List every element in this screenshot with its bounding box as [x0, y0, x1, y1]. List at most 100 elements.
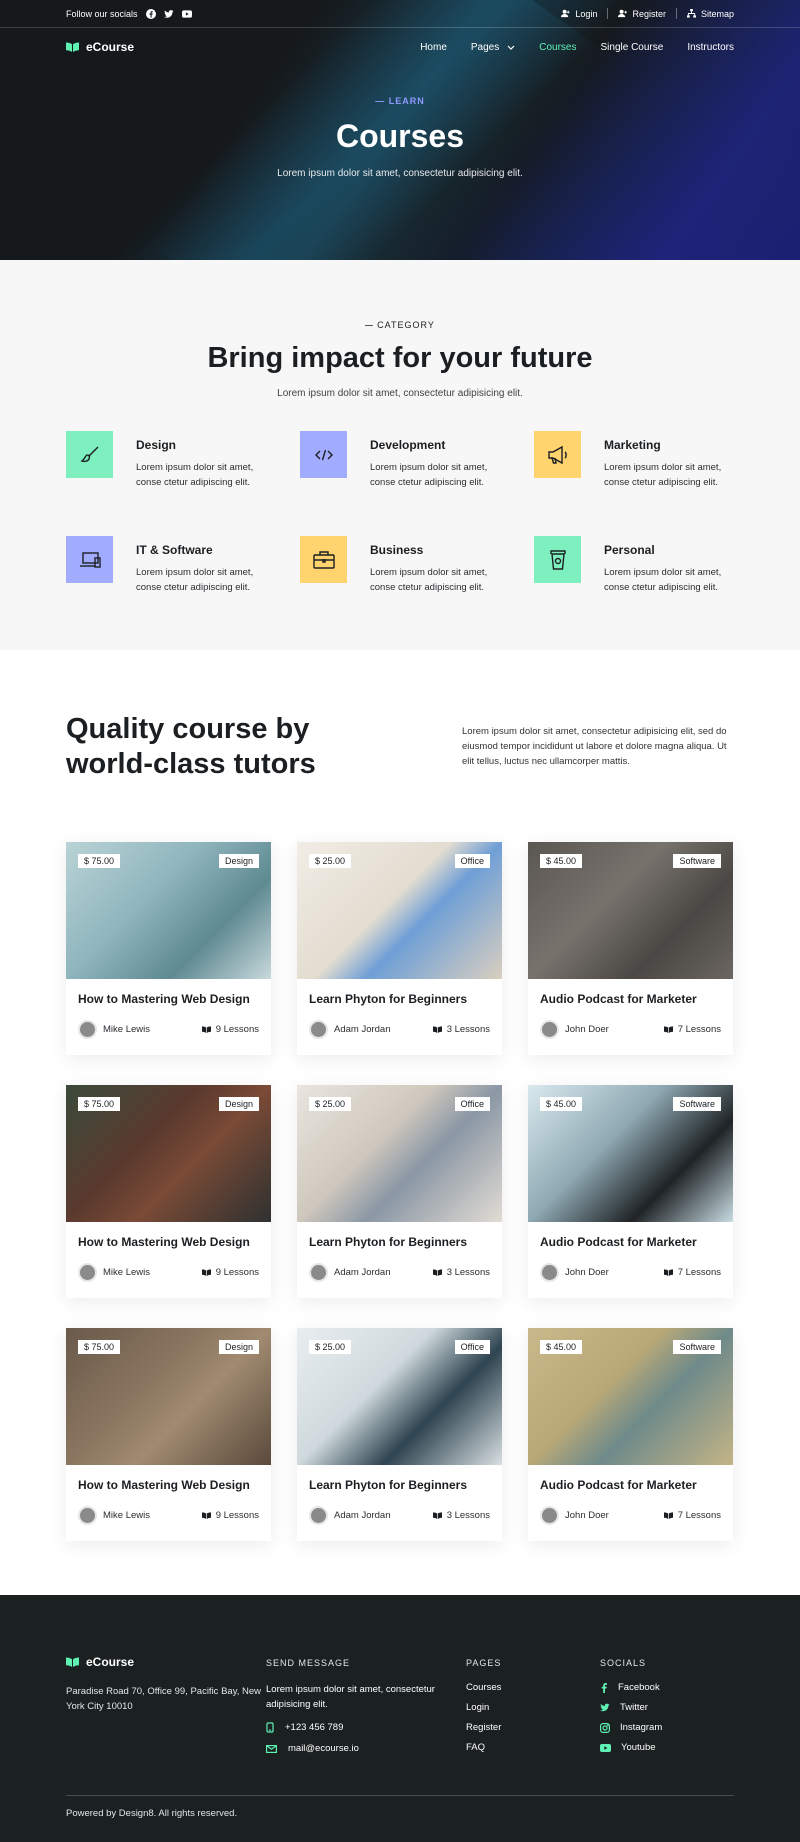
footer-heading: SOCIALS: [600, 1658, 647, 1668]
category-item-business[interactable]: Business Lorem ipsum dolor sit amet, cons…: [300, 536, 534, 595]
footer-social-facebook[interactable]: Facebook: [600, 1682, 662, 1693]
course-title[interactable]: Audio Podcast for Marketer: [540, 992, 721, 1006]
course-card[interactable]: $ 45.00 Software Audio Podcast for Marke…: [528, 1328, 733, 1541]
course-tag-software[interactable]: Software: [673, 1340, 721, 1354]
course-author[interactable]: Mike Lewis: [78, 1263, 150, 1282]
course-card[interactable]: $ 25.00 Office Learn Phyton for Beginner…: [297, 842, 502, 1055]
course-title[interactable]: How to Mastering Web Design: [78, 1235, 259, 1249]
login-link[interactable]: Login: [561, 9, 597, 19]
course-title[interactable]: How to Mastering Web Design: [78, 992, 259, 1006]
course-thumbnail[interactable]: $ 45.00 Software: [528, 1085, 733, 1222]
course-thumbnail[interactable]: $ 45.00 Software: [528, 842, 733, 979]
category-item-development[interactable]: Development Lorem ipsum dolor sit amet, c…: [300, 431, 534, 490]
footer-link-register[interactable]: Register: [466, 1722, 600, 1733]
course-title[interactable]: Audio Podcast for Marketer: [540, 1235, 721, 1249]
course-price: $ 75.00: [78, 1340, 121, 1354]
hero-section: Follow our socials Login Register Sitema…: [0, 0, 800, 260]
nav-item-single-course[interactable]: Single Course: [601, 42, 664, 53]
avatar: [78, 1020, 97, 1039]
lessons-count: 7 Lessons: [677, 1024, 721, 1035]
course-author[interactable]: Adam Jordan: [309, 1263, 391, 1282]
footer-columns: eCourse Paradise Road 70, Office 99, Pac…: [66, 1655, 734, 1762]
category-desc: Lorem ipsum dolor sit amet, conse ctetur …: [136, 462, 254, 488]
register-link[interactable]: Register: [618, 9, 666, 19]
course-tag-design[interactable]: Design: [218, 1340, 259, 1354]
footer-message-column: SEND MESSAGE Lorem ipsum dolor sit amet,…: [266, 1658, 466, 1762]
footer-social-youtube[interactable]: Youtube: [600, 1742, 662, 1753]
course-tag-design[interactable]: Design: [218, 854, 259, 868]
category-eyebrow-label: CATEGORY: [377, 320, 435, 330]
course-tag-office[interactable]: Office: [454, 1097, 490, 1111]
course-card[interactable]: $ 25.00 Office Learn Phyton for Beginner…: [297, 1085, 502, 1298]
course-title[interactable]: Audio Podcast for Marketer: [540, 1478, 721, 1492]
login-label: Login: [575, 8, 598, 19]
youtube-icon[interactable]: [181, 9, 192, 19]
footer-social-instagram[interactable]: Instagram: [600, 1722, 662, 1733]
course-card[interactable]: $ 75.00 Design How to Mastering Web Desi…: [66, 842, 271, 1055]
course-card-body: Audio Podcast for Marketer John Doer 7 L…: [528, 979, 733, 1039]
footer-pages-list: Courses Login Register FAQ: [466, 1682, 600, 1753]
course-tag-software[interactable]: Software: [673, 1097, 721, 1111]
course-title[interactable]: Learn Phyton for Beginners: [309, 1478, 490, 1492]
category-item-personal[interactable]: Personal Lorem ipsum dolor sit amet, cons…: [534, 536, 768, 595]
course-thumbnail[interactable]: $ 75.00 Design: [66, 1085, 271, 1222]
course-title[interactable]: How to Mastering Web Design: [78, 1478, 259, 1492]
course-author[interactable]: John Doer: [540, 1263, 609, 1282]
course-title[interactable]: Learn Phyton for Beginners: [309, 992, 490, 1006]
nav-item-instructors[interactable]: Instructors: [687, 42, 734, 53]
category-item-it-software[interactable]: IT & Software Lorem ipsum dolor sit amet…: [66, 536, 300, 595]
course-author[interactable]: Adam Jordan: [309, 1506, 391, 1525]
course-card[interactable]: $ 45.00 Software Audio Podcast for Marke…: [528, 842, 733, 1055]
footer-link-faq[interactable]: FAQ: [466, 1742, 600, 1753]
footer-brand-name: eCourse: [86, 1655, 135, 1669]
nav-item-home[interactable]: Home: [420, 42, 447, 53]
course-thumbnail[interactable]: $ 45.00 Software: [528, 1328, 733, 1465]
course-meta: John Doer 7 Lessons: [540, 1263, 721, 1282]
course-thumbnail[interactable]: $ 25.00 Office: [297, 1085, 502, 1222]
course-tag-office[interactable]: Office: [454, 854, 490, 868]
course-author[interactable]: John Doer: [540, 1020, 609, 1039]
twitter-icon[interactable]: [163, 9, 174, 19]
category-grid: Design Lorem ipsum dolor sit amet, conse …: [66, 431, 734, 595]
category-item-design[interactable]: Design Lorem ipsum dolor sit amet, conse …: [66, 431, 300, 490]
course-title[interactable]: Learn Phyton for Beginners: [309, 1235, 490, 1249]
author-name: Mike Lewis: [103, 1024, 150, 1035]
course-thumbnail[interactable]: $ 75.00 Design: [66, 842, 271, 979]
category-desc: Lorem ipsum dolor sit amet, conse ctetur …: [604, 462, 722, 488]
course-thumbnail[interactable]: $ 75.00 Design: [66, 1328, 271, 1465]
course-tag-design[interactable]: Design: [218, 1097, 259, 1111]
course-card[interactable]: $ 75.00 Design How to Mastering Web Desi…: [66, 1085, 271, 1298]
sitemap-link[interactable]: Sitemap: [686, 9, 734, 19]
footer-phone[interactable]: +123 456 789: [266, 1722, 466, 1733]
footer-social-twitter[interactable]: Twitter: [600, 1702, 662, 1713]
footer-email[interactable]: mail@ecourse.io: [266, 1743, 466, 1754]
course-card[interactable]: $ 45.00 Software Audio Podcast for Marke…: [528, 1085, 733, 1298]
course-meta: Mike Lewis 9 Lessons: [78, 1506, 259, 1525]
course-card[interactable]: $ 75.00 Design How to Mastering Web Desi…: [66, 1328, 271, 1541]
category-name: Personal: [604, 543, 655, 557]
nav-item-courses[interactable]: Courses: [539, 42, 576, 53]
nav-item-pages[interactable]: Pages: [471, 42, 515, 53]
course-card[interactable]: $ 25.00 Office Learn Phyton for Beginner…: [297, 1328, 502, 1541]
course-author[interactable]: Mike Lewis: [78, 1020, 150, 1039]
course-tag-software[interactable]: Software: [673, 854, 721, 868]
sitemap-icon: [686, 9, 696, 18]
category-item-marketing[interactable]: Marketing Lorem ipsum dolor sit amet, con…: [534, 431, 768, 490]
category-desc: Lorem ipsum dolor sit amet, conse ctetur …: [604, 567, 722, 593]
footer-link-courses[interactable]: Courses: [466, 1682, 600, 1693]
course-author[interactable]: Adam Jordan: [309, 1020, 391, 1039]
course-thumbnail[interactable]: $ 25.00 Office: [297, 842, 502, 979]
book-open-icon: [201, 1269, 211, 1276]
twitter-icon: [600, 1703, 610, 1712]
course-tag-office[interactable]: Office: [454, 1340, 490, 1354]
course-author[interactable]: John Doer: [540, 1506, 609, 1525]
brand-logo[interactable]: eCourse: [66, 40, 134, 54]
course-author[interactable]: Mike Lewis: [78, 1506, 150, 1525]
facebook-icon[interactable]: [145, 8, 156, 19]
footer-brand-logo[interactable]: eCourse: [66, 1655, 266, 1669]
footer-link-login[interactable]: Login: [466, 1702, 600, 1713]
footer: eCourse Paradise Road 70, Office 99, Pac…: [0, 1595, 800, 1842]
author-name: Adam Jordan: [334, 1510, 391, 1521]
course-thumbnail[interactable]: $ 25.00 Office: [297, 1328, 502, 1465]
user-plus-icon: [618, 9, 628, 18]
